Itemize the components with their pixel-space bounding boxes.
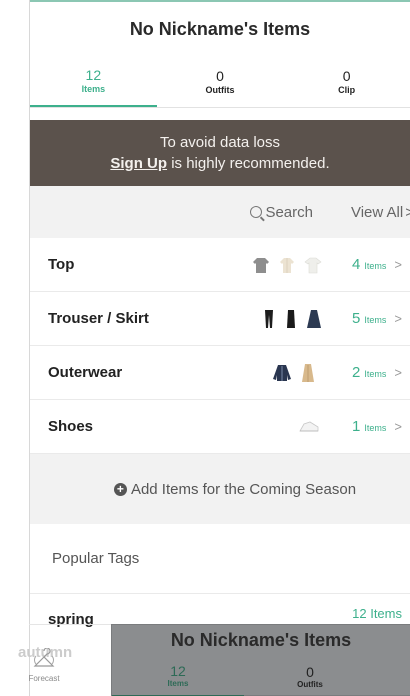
category-row-outerwear[interactable]: Outerwear 2 Items > <box>30 346 410 400</box>
popular-tags-heading: Popular Tags <box>30 524 410 594</box>
signup-link[interactable]: Sign Up <box>110 155 167 172</box>
overlay-stats: 12 Items 0 Outfits <box>112 655 410 696</box>
count-unit: Items <box>364 315 387 325</box>
count-number: 1 <box>352 418 361 435</box>
count-unit: Items <box>364 369 387 379</box>
category-thumbnails <box>262 309 322 329</box>
banner-line2-rest: is highly recommended. <box>167 155 330 172</box>
chevron-right-icon: > <box>394 257 402 272</box>
banner-line2: Sign Up is highly recommended. <box>110 153 329 174</box>
category-count: 4 Items > <box>352 256 402 273</box>
count-unit: Items <box>364 261 387 271</box>
stats-tabs: 12 Items 0 Outfits 0 Clip <box>30 56 410 108</box>
clip-label: Clip <box>338 85 356 95</box>
count-number: 4 <box>352 256 361 273</box>
overlay-title: No Nickname's Items <box>170 629 352 650</box>
category-name: Outerwear <box>48 364 123 381</box>
category-thumbnails <box>272 363 316 383</box>
black-trousers-icon <box>265 309 273 328</box>
white-tee-icon <box>304 257 322 273</box>
view-all-button[interactable]: View All > <box>351 204 410 221</box>
navy-jacket-icon <box>273 364 291 381</box>
clip-count: 0 <box>342 68 351 84</box>
search-label: Search <box>265 203 313 221</box>
divider <box>29 624 111 625</box>
items-count: 12 <box>85 67 102 83</box>
page-title: No Nickname's Items <box>30 0 410 56</box>
category-row-trouser-skirt[interactable]: Trouser / Skirt 5 Items > <box>30 292 410 346</box>
overlay-outfits-label: Outfits <box>297 679 323 689</box>
outfits-count: 0 <box>216 68 224 84</box>
banner-line1: To avoid data loss <box>159 134 281 151</box>
category-name: Top <box>48 256 75 273</box>
count-number: 5 <box>352 310 361 327</box>
forecast-nav-button[interactable]: Forecast <box>14 648 74 683</box>
cream-shirt-icon <box>280 257 294 273</box>
category-name: Trouser / Skirt <box>48 310 149 327</box>
outfits-label: Outfits <box>205 85 235 95</box>
tab-clip[interactable]: 0 Clip <box>283 56 410 107</box>
chevron-right-icon: > <box>394 419 402 434</box>
hanger-icon <box>33 648 55 667</box>
white-sneaker-icon <box>299 421 319 431</box>
search-icon <box>250 206 263 218</box>
count-unit: Items <box>364 423 387 433</box>
search-button[interactable]: Search <box>250 204 313 221</box>
tag-count: 12 Items <box>352 606 402 621</box>
category-count: 2 Items > <box>352 364 402 381</box>
black-skirt-icon <box>287 309 295 328</box>
wardrobe-screen: No Nickname's Items 12 Items 0 Outfits 0… <box>29 0 410 696</box>
plus-circle-icon: + <box>113 482 127 496</box>
category-count: 5 Items > <box>352 310 402 327</box>
overlay-items-label: Items <box>167 678 189 688</box>
overlay-tab-outfits[interactable]: 0 Outfits <box>244 655 376 696</box>
chevron-right-icon: > <box>394 311 402 326</box>
beige-coat-icon <box>302 363 314 382</box>
view-all-label: View All <box>350 203 404 221</box>
items-label: Items <box>81 84 106 94</box>
data-loss-banner: To avoid data loss Sign Up is highly rec… <box>30 120 410 186</box>
grey-sweater-icon <box>253 257 269 273</box>
search-row: Search View All > <box>30 186 410 238</box>
forecast-label: Forecast <box>28 674 60 683</box>
category-name: Shoes <box>48 418 94 435</box>
overlay-tab-items[interactable]: 12 Items <box>112 655 244 696</box>
navy-skirt-icon <box>307 309 321 328</box>
add-items-button[interactable]: + Add Items for the Coming Season <box>30 454 410 524</box>
category-count: 1 Items > <box>352 418 402 435</box>
overlay-items-count: 12 <box>170 662 186 679</box>
category-row-shoes[interactable]: Shoes 1 Items > <box>30 400 410 454</box>
tab-items[interactable]: 12 Items <box>30 56 157 107</box>
count-number: 2 <box>352 364 361 381</box>
drag-preview-overlay: No Nickname's Items 12 Items 0 Outfits <box>111 624 410 696</box>
tab-outfits[interactable]: 0 Outfits <box>157 56 284 107</box>
category-thumbnails <box>298 419 320 435</box>
category-row-top[interactable]: Top 4 Items > <box>30 238 410 292</box>
chevron-right-icon: > <box>394 365 402 380</box>
category-thumbnails <box>252 256 322 274</box>
overlay-outfits-count: 0 <box>306 663 314 680</box>
add-items-label: Add Items for the Coming Season <box>130 480 357 498</box>
chevron-right-icon: > <box>405 204 410 221</box>
